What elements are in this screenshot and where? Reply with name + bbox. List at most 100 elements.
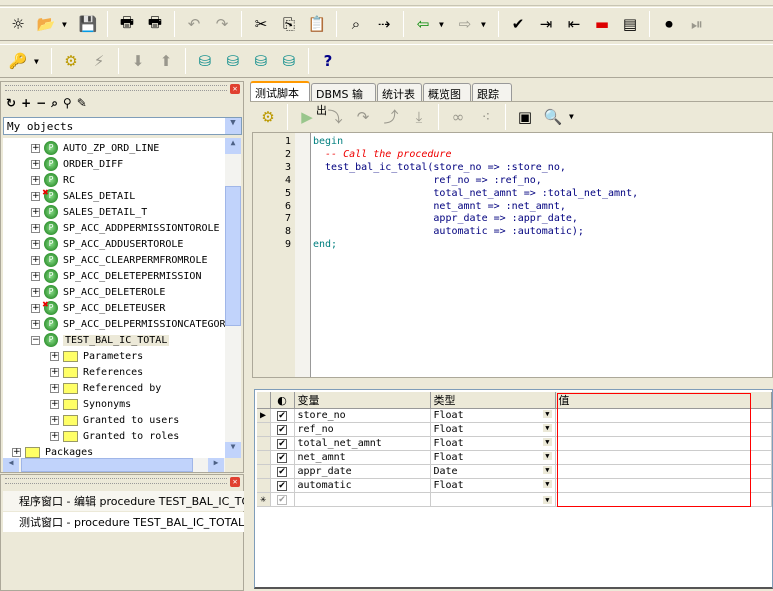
undo-icon[interactable]: ↶ (182, 12, 206, 36)
dropdown-arrow-icon[interactable]: ▼ (543, 495, 552, 504)
tab-2[interactable]: 统计表 (377, 83, 422, 101)
new-file-icon[interactable]: ☼ (6, 12, 30, 36)
go-back-icon[interactable]: ⇦ (411, 12, 435, 36)
expand-icon[interactable]: + (31, 207, 40, 217)
enable-checkbox[interactable]: ✔ (277, 425, 287, 435)
tree-child[interactable]: + Parameters (50, 348, 143, 364)
tab-0[interactable]: 测试脚本 (250, 81, 310, 101)
enable-checkbox[interactable]: ✔ (277, 467, 287, 477)
monitor-icon[interactable]: ▣ (513, 105, 537, 129)
step-into-icon[interactable]: ⤵ (323, 105, 347, 129)
code-editor[interactable]: 123456789 begin -- Call the procedure te… (252, 132, 773, 378)
enable-checkbox[interactable]: ✔ (277, 411, 287, 421)
cut-icon[interactable]: ✂ (249, 12, 273, 36)
refresh-icon[interactable]: ↻ (6, 96, 16, 111)
search-dropdown-icon[interactable]: ▼ (569, 112, 579, 121)
export-icon[interactable]: ⬆ (154, 49, 178, 73)
check-syntax-icon[interactable]: ✔ (506, 12, 530, 36)
tab-4[interactable]: 跟踪 (472, 83, 512, 101)
dropdown-arrow-icon[interactable]: ▼ (543, 438, 552, 446)
expand-icon[interactable]: + (31, 271, 40, 281)
tab-1[interactable]: DBMS 输出 (311, 83, 376, 117)
type-cell[interactable]: Float ▼ (430, 408, 556, 423)
collapse-icon[interactable]: − (36, 96, 46, 111)
chevron-down-icon[interactable]: ▼ (225, 118, 241, 134)
expand-icon[interactable]: + (31, 175, 40, 185)
variable-cell[interactable]: store_no (294, 408, 431, 423)
expand-icon[interactable]: + (31, 255, 40, 265)
close-icon[interactable]: ✕ (230, 477, 240, 487)
tab-3[interactable]: 概览图 (423, 83, 471, 101)
enable-checkbox[interactable]: ✔ (277, 439, 287, 449)
dropdown-arrow-icon[interactable]: ▼ (543, 424, 552, 432)
tree-item[interactable]: + P SP_ACC_ADDPERMISSIONTOROLE (31, 220, 220, 236)
break-icon[interactable]: ⚡ (87, 49, 111, 73)
type-cell[interactable]: Float ▼ (430, 436, 556, 451)
key-icon[interactable]: 🔑 (6, 49, 30, 73)
expand-icon[interactable]: + (31, 239, 40, 249)
open-folder-icon[interactable]: 📂 (34, 12, 58, 36)
tree-item[interactable]: + P RC (31, 172, 75, 188)
tree-item[interactable]: + P AUTO_ZP_ORD_LINE (31, 140, 159, 156)
expand-icon[interactable]: + (50, 399, 59, 409)
db-disconnect-icon[interactable]: ⛁ (277, 49, 301, 73)
sql-connect-icon[interactable]: ⛁ (221, 49, 245, 73)
tree-item[interactable]: + P SP_ACC_DELPERMISSIONCATEGORY (31, 316, 225, 332)
filter-select[interactable]: My objects ▼ (3, 117, 242, 135)
tree-item[interactable]: + P SP_ACC_CLEARPERMFROMROLE (31, 252, 208, 268)
enable-checkbox[interactable]: ✔ (277, 495, 287, 505)
expand-icon[interactable]: + (12, 447, 21, 457)
expand-icon[interactable]: + (50, 351, 59, 361)
print-preview-icon[interactable]: 🖶 (143, 12, 167, 36)
run-to-exception-icon[interactable]: ⤓ (407, 105, 431, 129)
expand-icon[interactable]: + (21, 96, 31, 111)
step-over-icon[interactable]: ↷ (351, 105, 375, 129)
expand-icon[interactable]: + (50, 367, 59, 377)
play-macro-icon[interactable]: ⏯ (685, 12, 709, 36)
tree-item[interactable]: + P SP_ACC_ADDUSERTOROLE (31, 236, 183, 252)
close-icon[interactable]: ✕ (230, 84, 240, 94)
tree-item[interactable]: + P ✖ SP_ACC_DELETEUSER (31, 300, 165, 316)
expand-icon[interactable]: + (31, 303, 40, 313)
db-connect-icon[interactable]: ⛁ (193, 49, 217, 73)
breakpoint-icon[interactable]: ⁖ (474, 105, 498, 129)
tree-item[interactable]: + P ORDER_DIFF (31, 156, 123, 172)
find-icon[interactable]: ⌕ (51, 96, 58, 111)
print-icon[interactable]: 🖶 (115, 12, 139, 36)
dropdown-arrow-icon[interactable]: ▼ (543, 480, 552, 488)
expand-icon[interactable]: + (50, 431, 59, 441)
expand-icon[interactable]: + (50, 415, 59, 425)
horizontal-scrollbar[interactable]: ◀ ▶ (3, 458, 225, 472)
tree-item[interactable]: − P TEST_BAL_IC_TOTAL (31, 332, 170, 348)
variable-cell[interactable]: total_net_amnt (294, 436, 431, 451)
compile-icon[interactable]: ⚙ (59, 49, 83, 73)
redo-icon[interactable]: ↷ (210, 12, 234, 36)
code-text[interactable]: begin -- Call the procedure test_bal_ic_… (313, 136, 638, 252)
search-icon[interactable]: 🔍 (541, 105, 565, 129)
panel-grip[interactable] (5, 85, 227, 91)
header-type[interactable]: 类型 (430, 392, 556, 409)
type-cell[interactable]: Float ▼ (430, 422, 556, 437)
indent-icon[interactable]: ⇥ (534, 12, 558, 36)
tree-child[interactable]: + References (50, 364, 143, 380)
window-item-test[interactable]: 测试窗口 - procedure TEST_BAL_IC_TOTAL (3, 512, 244, 532)
expand-icon[interactable]: + (31, 159, 40, 169)
header-variable[interactable]: 变量 (294, 392, 431, 409)
record-macro-icon[interactable]: ⏺ (657, 12, 681, 36)
tree-child[interactable]: + Granted to users (50, 412, 179, 428)
import-icon[interactable]: ⬇ (126, 49, 150, 73)
collapse-icon[interactable]: − (31, 335, 40, 345)
tree-item[interactable]: + P SALES_DETAIL_T (31, 204, 147, 220)
find-next-icon[interactable]: ⇢ (372, 12, 396, 36)
filter-icon[interactable]: ⚲ (63, 96, 72, 111)
comment-icon[interactable]: ▬ (590, 12, 614, 36)
type-cell[interactable]: Float ▼ (430, 478, 556, 493)
find-icon[interactable]: ⌕ (344, 12, 368, 36)
copy-icon[interactable]: ⎘ (277, 12, 301, 36)
dropdown-arrow-icon[interactable]: ▼ (543, 410, 552, 418)
window-item-program[interactable]: 程序窗口 - 编辑 procedure TEST_BAL_IC_TOTAL (3, 491, 244, 511)
type-cell[interactable]: Float ▼ (430, 450, 556, 465)
open-dropdown-icon[interactable]: ▼ (62, 20, 72, 29)
dropdown-arrow-icon[interactable]: ▼ (543, 466, 552, 474)
vertical-scrollbar[interactable]: ▲ ▼ (225, 138, 241, 458)
